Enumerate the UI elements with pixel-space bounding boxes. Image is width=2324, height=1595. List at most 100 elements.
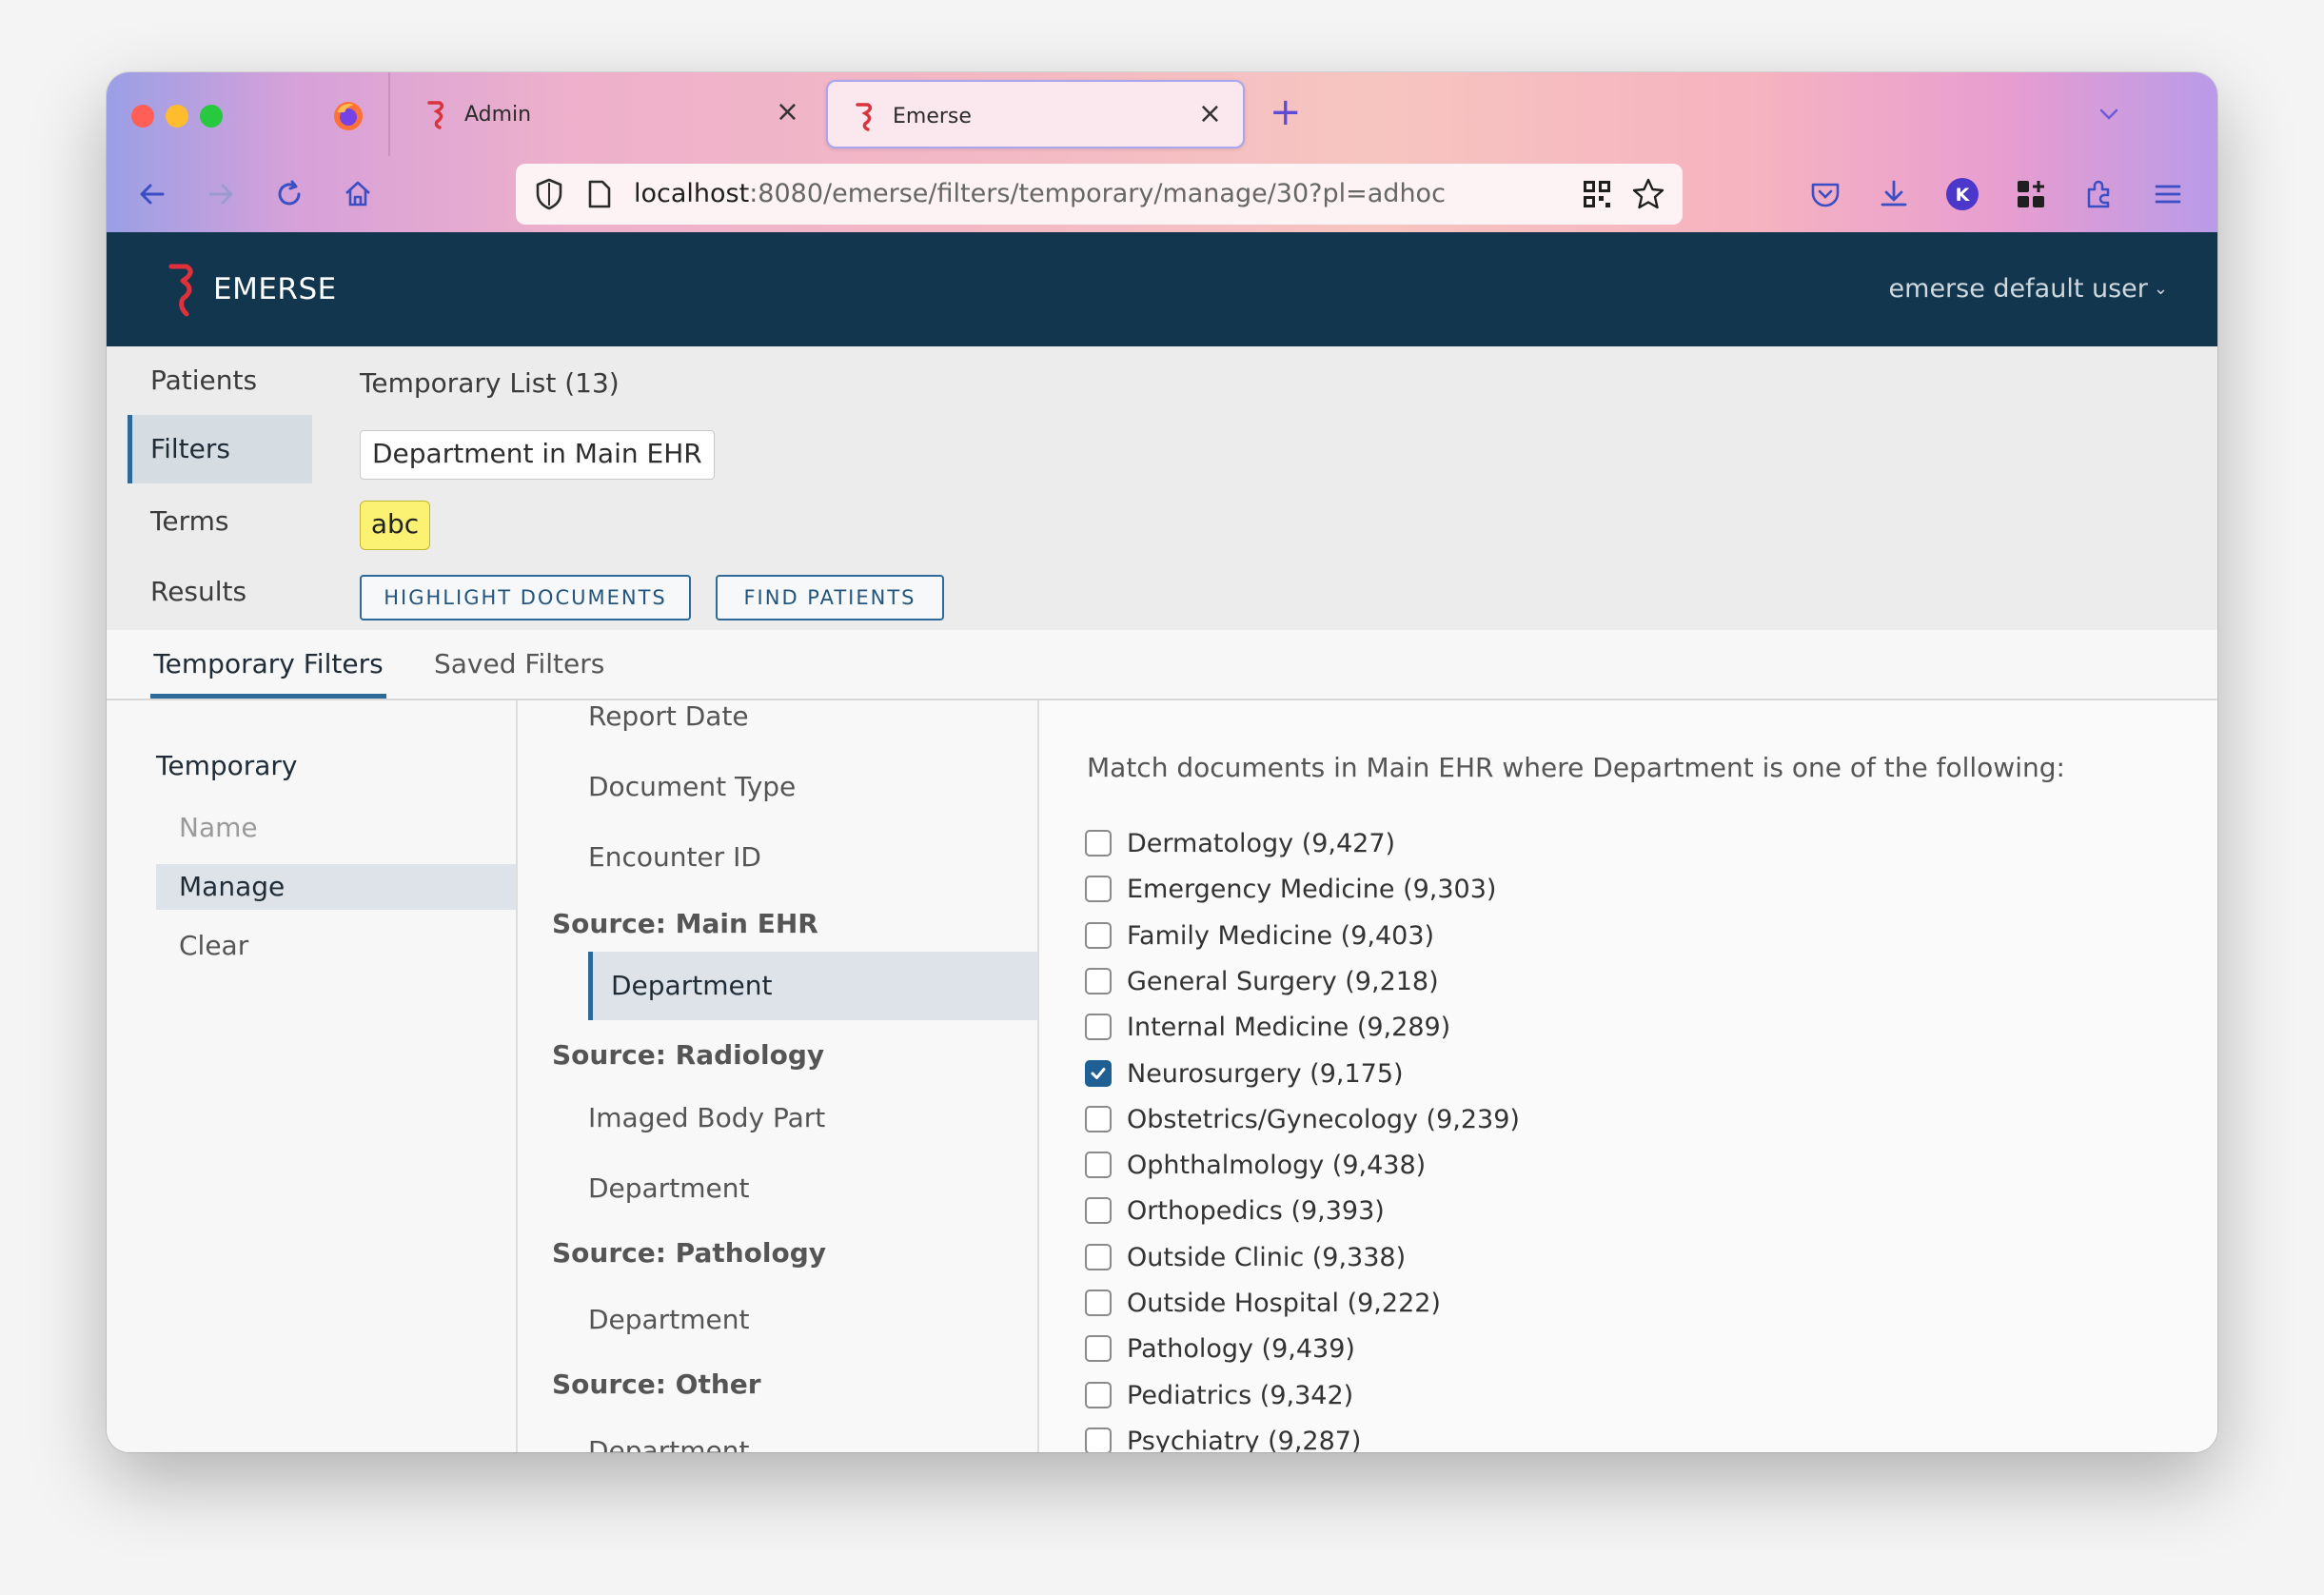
department-option[interactable]: Dermatology (9,427) [1085,824,1395,862]
department-option[interactable]: Ophthalmology (9,438) [1085,1146,1426,1184]
close-tab-icon[interactable]: × [1198,97,1222,131]
tab-bar: Admin × Emerse × + [107,72,2217,156]
summary-nav-patients[interactable]: Patients [128,346,312,415]
menu-item-manage[interactable]: Manage [156,864,516,910]
department-option[interactable]: Family Medicine (9,403) [1085,916,1434,955]
extensions-grid-icon[interactable] [2012,175,2050,213]
extensions-puzzle-icon[interactable] [2080,175,2118,213]
department-option-label: Pathology (9,439) [1127,1333,1355,1364]
department-option-label: Family Medicine (9,403) [1127,920,1435,951]
tab-separator [388,72,390,156]
filter-options-panel: Match documents in Main EHR where Depart… [1039,700,2217,1452]
account-avatar-icon[interactable]: K [1943,175,1981,213]
home-icon[interactable] [339,175,377,213]
checkbox[interactable] [1085,1382,1112,1408]
field-other-department[interactable]: Department [588,1435,749,1452]
minimize-window-button[interactable] [166,105,188,128]
checkbox[interactable] [1085,1290,1112,1316]
tab-temporary-filters[interactable]: Temporary Filters [150,630,386,699]
department-option-label: Obstetrics/Gynecology (9,239) [1127,1104,1520,1134]
term-chip[interactable]: abc [360,501,430,550]
close-tab-icon[interactable]: × [776,95,799,129]
section-radiology: Source: Radiology [552,1039,825,1071]
department-option-label: General Surgery (9,218) [1127,966,1439,996]
new-tab-icon[interactable]: + [1270,89,1302,135]
menu-heading: Temporary [156,750,298,781]
emerse-favicon-icon [427,101,444,129]
summary-nav-terms[interactable]: Terms [128,487,312,556]
tab-emerse[interactable]: Emerse × [826,80,1245,148]
checkbox[interactable] [1085,922,1112,949]
forward-icon[interactable] [202,175,240,213]
reload-icon[interactable] [270,175,308,213]
field-main-ehr-department[interactable]: Department [588,952,1037,1020]
highlight-documents-button[interactable]: HIGHLIGHT DOCUMENTS [360,575,691,620]
department-option[interactable]: Pediatrics (9,342) [1085,1376,1353,1414]
department-option-label: Neurosurgery (9,175) [1127,1058,1404,1089]
checkbox[interactable] [1085,1152,1112,1178]
summary-nav-results[interactable]: Results [128,558,312,626]
checkmark-icon [1091,1068,1106,1079]
summary-nav-filters[interactable]: Filters [128,415,312,483]
tab-saved-filters[interactable]: Saved Filters [434,630,604,699]
find-patients-button[interactable]: FIND PATIENTS [716,575,944,620]
qr-code-icon[interactable] [1582,179,1612,209]
field-radiology-imaged-body-part[interactable]: Imaged Body Part [588,1102,825,1133]
app-logo-text[interactable]: EMERSE [213,272,337,306]
emerse-logo-icon[interactable] [166,263,204,318]
checkbox[interactable] [1085,1106,1112,1132]
checkbox[interactable] [1085,830,1112,857]
department-option[interactable]: Orthopedics (9,393) [1085,1191,1385,1230]
list-all-tabs-icon[interactable] [2090,95,2128,133]
department-option-label: Outside Clinic (9,338) [1127,1242,1407,1272]
field-encounter-id[interactable]: Encounter ID [588,841,761,873]
tab-admin[interactable]: Admin × [400,80,820,148]
department-option[interactable]: General Surgery (9,218) [1085,962,1439,1000]
department-option[interactable]: Emergency Medicine (9,303) [1085,870,1496,908]
department-option-label: Pediatrics (9,342) [1127,1380,1354,1410]
checkbox[interactable] [1085,1197,1112,1224]
firefox-view-icon[interactable] [331,99,365,133]
field-radiology-department[interactable]: Department [588,1172,749,1204]
department-option[interactable]: Pathology (9,439) [1085,1329,1355,1368]
bookmark-star-icon[interactable] [1631,177,1665,211]
checkbox[interactable] [1085,876,1112,902]
back-icon[interactable] [133,175,171,213]
department-option[interactable]: Obstetrics/Gynecology (9,239) [1085,1100,1520,1138]
pocket-icon[interactable] [1806,175,1844,213]
department-option[interactable]: Outside Hospital (9,222) [1085,1284,1441,1322]
browser-window: Admin × Emerse × + localhost:8080/emerse… [107,72,2217,1452]
tab-label: Emerse [893,105,972,128]
search-summary-panel: Patients Filters Terms Results Temporary… [107,346,2217,630]
checkbox[interactable] [1085,968,1112,994]
checkbox-checked[interactable] [1085,1060,1112,1087]
checkbox[interactable] [1085,1335,1112,1362]
app-menu-icon[interactable] [2149,175,2187,213]
patient-list-value[interactable]: Temporary List (13) [360,367,620,399]
url-bar[interactable]: localhost:8080/emerse/filters/temporary/… [516,164,1683,225]
department-option[interactable]: Neurosurgery (9,175) [1085,1054,1404,1093]
filter-tabs: Temporary Filters Saved Filters [107,630,2217,700]
url-text[interactable]: localhost:8080/emerse/filters/temporary/… [634,179,1446,208]
user-menu[interactable]: emerse default user ⌄ [1889,274,2168,304]
checkbox[interactable] [1085,1244,1112,1270]
chevron-down-icon: ⌄ [2153,279,2168,299]
downloads-icon[interactable] [1875,175,1913,213]
page-info-icon[interactable] [586,179,613,209]
checkbox[interactable] [1085,1428,1112,1452]
menu-item-clear[interactable]: Clear [156,923,516,969]
department-option-label: Orthopedics (9,393) [1127,1195,1385,1226]
department-option[interactable]: Internal Medicine (9,289) [1085,1008,1450,1046]
filter-chip[interactable]: Department in Main EHR [360,430,715,480]
checkbox[interactable] [1085,1014,1112,1040]
emerse-favicon-icon [856,103,873,131]
tracking-protection-shield-icon[interactable] [533,177,565,211]
close-window-button[interactable] [131,105,154,128]
browser-chrome: Admin × Emerse × + localhost:8080/emerse… [107,72,2217,233]
department-option[interactable]: Outside Clinic (9,338) [1085,1238,1406,1276]
field-document-type[interactable]: Document Type [588,771,796,802]
department-option[interactable]: Psychiatry (9,287) [1085,1422,1361,1452]
zoom-window-button[interactable] [200,105,223,128]
field-report-date[interactable]: Report Date [588,700,749,732]
field-pathology-department[interactable]: Department [588,1304,749,1335]
